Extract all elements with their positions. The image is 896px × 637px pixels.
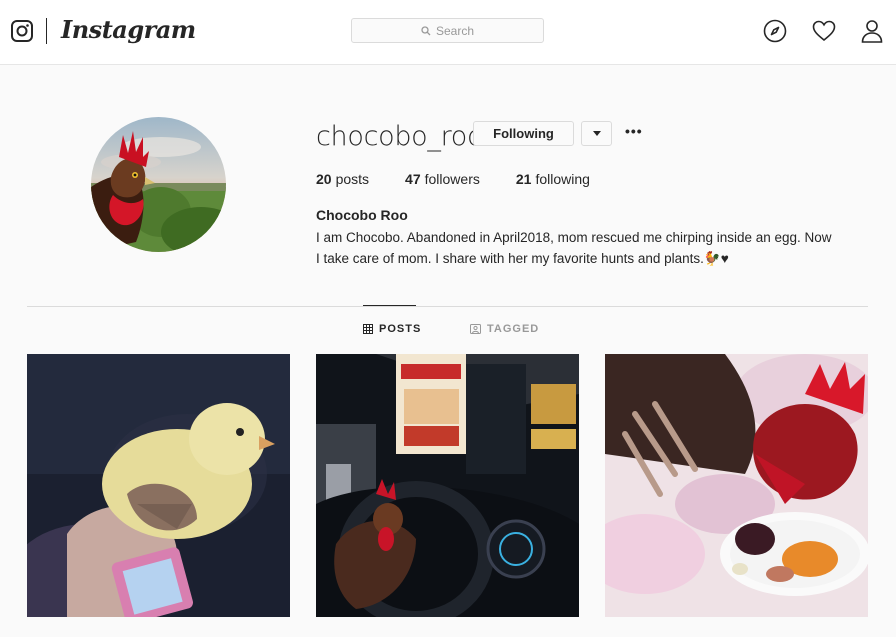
profile-stats: 20 posts 47 followers 21 following [316, 171, 626, 187]
more-options-button[interactable]: ••• [625, 124, 643, 142]
tab-posts-label: POSTS [379, 323, 422, 335]
profile-bio: I am Chocobo. Abandoned in April2018, mo… [316, 227, 876, 269]
heart-icon[interactable] [812, 19, 836, 43]
post-thumbnail-car[interactable] [316, 354, 579, 617]
bio-line-2: I take care of mom. I share with her my … [316, 251, 729, 266]
posts-stat: 20 posts [316, 171, 369, 187]
posts-count: 20 [316, 171, 332, 187]
followers-stat[interactable]: 47 followers [405, 171, 480, 187]
search-input[interactable]: Search [351, 18, 544, 43]
logo-divider [46, 18, 47, 44]
following-button[interactable]: Following [473, 121, 574, 146]
tab-tagged[interactable]: TAGGED [470, 323, 539, 335]
top-navigation-bar: Instagram Search [0, 0, 896, 65]
bio-line-1: I am Chocobo. Abandoned in April2018, mo… [316, 230, 832, 245]
followers-count: 47 [405, 171, 421, 187]
profile-username: chocobo_roo [316, 121, 484, 152]
following-count: 21 [515, 171, 532, 187]
posts-label: posts [335, 171, 370, 187]
search-icon [421, 25, 431, 35]
profile-icon[interactable] [860, 19, 884, 43]
followers-label: followers [424, 171, 480, 187]
tabs-divider [27, 306, 868, 307]
grid-icon [363, 324, 373, 334]
caret-down-icon [592, 131, 601, 136]
instagram-wordmark[interactable]: Instagram [61, 15, 196, 44]
post-thumbnail-rooster-plate[interactable] [605, 354, 868, 617]
tab-posts[interactable]: POSTS [363, 323, 421, 335]
profile-full-name: Chocobo Roo [316, 207, 408, 223]
search-placeholder: Search [435, 23, 475, 38]
tab-tagged-label: TAGGED [487, 323, 540, 335]
instagram-logo-icon[interactable] [11, 20, 33, 42]
post-thumbnail-chick[interactable] [27, 354, 290, 617]
active-tab-indicator [363, 305, 416, 306]
following-stat[interactable]: 21 following [516, 171, 590, 187]
profile-avatar[interactable] [91, 117, 226, 252]
following-label: following [535, 171, 590, 187]
compass-icon[interactable] [763, 19, 787, 43]
suggestions-dropdown-button[interactable] [581, 121, 612, 146]
tagged-icon [470, 324, 481, 334]
